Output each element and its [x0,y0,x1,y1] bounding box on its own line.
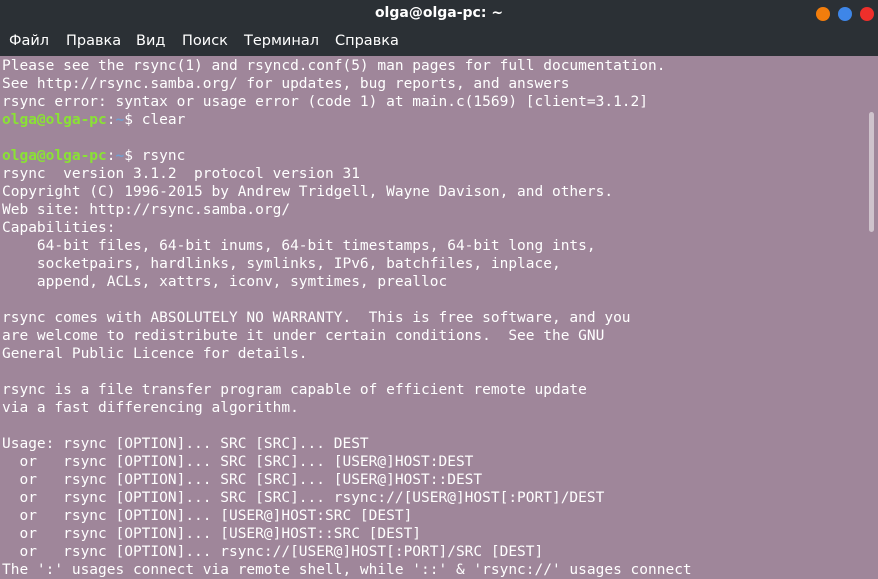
output-line: Web site: http://rsync.samba.org/ [2,202,291,218]
window-title: olga@olga-pc: ~ [374,5,504,21]
close-button[interactable] [860,7,874,21]
menu-edit[interactable]: Правка [66,33,121,49]
terminal-window: olga@olga-pc: ~ Файл Правка Вид Поиск Те… [0,0,878,579]
prompt-symbol: $ [124,148,142,164]
output-line: append, ACLs, xattrs, iconv, symtimes, p… [2,274,448,290]
menu-file[interactable]: Файл [9,33,49,49]
scrollbar-thumb[interactable] [869,112,874,232]
scrollbar[interactable] [866,56,878,579]
output-line: Capabilities: [2,220,116,236]
output-line: or rsync [OPTION]... [USER@]HOST::SRC [D… [2,526,422,542]
prompt-symbol: $ [124,112,142,128]
terminal-output[interactable]: Please see the rsync(1) and rsyncd.conf(… [0,56,866,579]
output-line: Copyright (C) 1996-2015 by Andrew Tridge… [2,184,614,200]
output-line: or rsync [OPTION]... rsync://[USER@]HOST… [2,544,544,560]
prompt-path: ~ [115,112,125,128]
output-line: socketpairs, hardlinks, symlinks, IPv6, … [2,256,561,272]
prompt-line: olga@olga-pc:~$ rsync [0,147,866,165]
output-line: via a fast differencing algorithm. [2,400,299,416]
menu-search[interactable]: Поиск [182,33,228,49]
output-line: rsync comes with ABSOLUTELY NO WARRANTY.… [2,310,631,326]
menu-view[interactable]: Вид [136,33,165,49]
prompt-separator: : [106,112,116,128]
command-text: rsync [141,148,186,164]
output-line: or rsync [OPTION]... SRC [SRC]... rsync:… [2,490,605,506]
maximize-button[interactable] [838,7,852,21]
output-line: Please see the rsync(1) and rsyncd.conf(… [2,58,666,74]
menu-help[interactable]: Справка [335,33,399,49]
prompt-line: olga@olga-pc:~$ clear [0,111,866,129]
output-line: are welcome to redistribute it under cer… [2,328,605,344]
minimize-button[interactable] [816,7,830,21]
prompt-user: olga@olga-pc [2,112,107,128]
command-text: clear [141,112,186,128]
output-line: rsync is a file transfer program capable… [2,382,587,398]
output-line: 64-bit files, 64-bit inums, 64-bit times… [2,238,596,254]
menu-bar: Файл Правка Вид Поиск Терминал Справка [0,28,878,56]
prompt-separator: : [106,148,116,164]
output-line: or rsync [OPTION]... SRC [SRC]... [USER@… [2,472,483,488]
output-line: rsync version 3.1.2 protocol version 31 [2,166,360,182]
prompt-user: olga@olga-pc [2,148,107,164]
output-line: General Public Licence for details. [2,346,308,362]
prompt-path: ~ [115,148,125,164]
output-line: or rsync [OPTION]... SRC [SRC]... [USER@… [2,454,474,470]
output-line: or rsync [OPTION]... [USER@]HOST:SRC [DE… [2,508,413,524]
output-line: See http://rsync.samba.org/ for updates,… [2,76,570,92]
title-bar[interactable]: olga@olga-pc: ~ [0,0,878,28]
output-line: rsync error: syntax or usage error (code… [2,94,649,110]
menu-terminal[interactable]: Терминал [244,33,319,49]
output-line: The ':' usages connect via remote shell,… [2,562,692,578]
output-line: Usage: rsync [OPTION]... SRC [SRC]... DE… [2,436,369,452]
